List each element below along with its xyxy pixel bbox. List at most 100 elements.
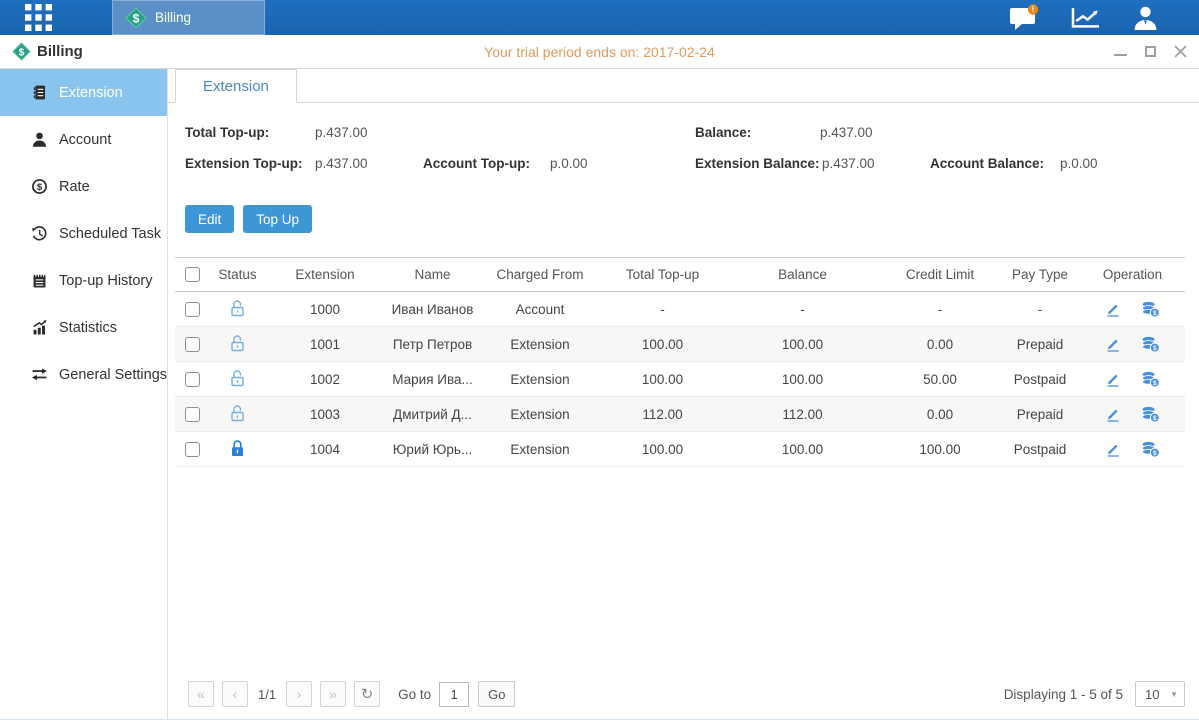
cell-total-topup: - xyxy=(600,292,725,327)
sidebar-item-label: Top-up History xyxy=(59,273,152,289)
apps-grid-icon[interactable] xyxy=(0,0,76,35)
svg-text:$: $ xyxy=(36,182,42,193)
cell-credit-limit: 0.00 xyxy=(880,327,1000,362)
arrows-exchange-icon xyxy=(30,366,48,383)
close-icon[interactable] xyxy=(1174,45,1187,58)
tab-strip: Extension xyxy=(168,69,1199,103)
col-operation: Operation xyxy=(1080,258,1185,292)
extension-topup-label: Extension Top-up: xyxy=(185,156,303,171)
window-title: Billing xyxy=(37,43,83,60)
cell-charged-from: Account xyxy=(480,292,600,327)
cell-total-topup: 112.00 xyxy=(600,397,725,432)
minimize-icon[interactable] xyxy=(1114,48,1127,56)
first-page-button[interactable]: « xyxy=(188,681,214,707)
cell-charged-from: Extension xyxy=(480,397,600,432)
billing-diamond-icon: $ xyxy=(125,7,147,29)
sidebar-item-scheduled-task[interactable]: Scheduled Task xyxy=(0,210,167,257)
topup-coins-icon[interactable]: $ xyxy=(1141,371,1160,388)
row-checkbox[interactable] xyxy=(185,337,200,352)
row-checkbox[interactable] xyxy=(185,302,200,317)
window-controls xyxy=(927,45,1187,58)
col-balance: Balance xyxy=(725,258,880,292)
sidebar-item-general-settings[interactable]: General Settings xyxy=(0,351,167,398)
cell-name: Иван Иванов xyxy=(385,292,480,327)
table-row: 1000 Иван Иванов Account - - - - $ xyxy=(175,292,1185,327)
maximize-icon[interactable] xyxy=(1145,46,1156,57)
edit-button[interactable]: Edit xyxy=(185,205,234,233)
sidebar-item-topup-history[interactable]: Top-up History xyxy=(0,257,167,304)
topbar-tab-label: Billing xyxy=(155,10,191,25)
edit-pencil-icon[interactable] xyxy=(1105,301,1121,317)
monitor-chart-icon[interactable] xyxy=(1070,5,1102,30)
cell-balance: 100.00 xyxy=(725,432,880,467)
balance-value: p.437.00 xyxy=(820,125,873,140)
unlocked-icon xyxy=(229,404,246,422)
cell-balance: - xyxy=(725,292,880,327)
topbar-tab-billing[interactable]: $ Billing xyxy=(112,0,265,35)
cell-charged-from: Extension xyxy=(480,432,600,467)
topup-coins-icon[interactable]: $ xyxy=(1141,301,1160,318)
goto-page-input[interactable] xyxy=(439,682,469,707)
extension-balance-label: Extension Balance: xyxy=(695,156,820,171)
row-checkbox[interactable] xyxy=(185,442,200,457)
message-icon[interactable]: ! xyxy=(1008,4,1040,32)
sidebar-item-rate[interactable]: $ Rate xyxy=(0,163,167,210)
sidebar-item-account[interactable]: Account xyxy=(0,116,167,163)
topup-button[interactable]: Top Up xyxy=(243,205,312,233)
topup-coins-icon[interactable]: $ xyxy=(1141,406,1160,423)
bar-chart-icon xyxy=(30,319,48,336)
cell-charged-from: Extension xyxy=(480,362,600,397)
prev-page-button[interactable]: ‹ xyxy=(222,681,248,707)
page-size-select[interactable]: 10 ▼ xyxy=(1135,681,1185,707)
next-page-button[interactable]: › xyxy=(286,681,312,707)
status-lock-icon[interactable] xyxy=(229,404,246,422)
svg-text:$: $ xyxy=(1153,344,1157,351)
pagination-bar: « ‹ 1/1 › » ↻ Go to Go Displaying 1 - 5 … xyxy=(168,681,1199,719)
edit-pencil-icon[interactable] xyxy=(1105,406,1121,422)
svg-text:$: $ xyxy=(1153,449,1157,456)
extension-topup-value: p.437.00 xyxy=(315,156,368,171)
col-total-topup: Total Top-up xyxy=(600,258,725,292)
cell-charged-from: Extension xyxy=(480,327,600,362)
edit-pencil-icon[interactable] xyxy=(1105,336,1121,352)
cell-credit-limit: - xyxy=(880,292,1000,327)
cell-balance: 100.00 xyxy=(725,327,880,362)
last-page-button[interactable]: » xyxy=(320,681,346,707)
cell-pay-type: - xyxy=(1000,292,1080,327)
cell-credit-limit: 100.00 xyxy=(880,432,1000,467)
table-row: 1004 Юрий Юрь... Extension 100.00 100.00… xyxy=(175,432,1185,467)
table-header-row: Status Extension Name Charged From Total… xyxy=(175,258,1185,292)
cell-pay-type: Postpaid xyxy=(1000,362,1080,397)
cell-total-topup: 100.00 xyxy=(600,432,725,467)
footer-right: Displaying 1 - 5 of 5 10 ▼ xyxy=(1004,681,1185,707)
user-icon[interactable] xyxy=(1132,4,1159,31)
page-size-value: 10 xyxy=(1145,687,1159,702)
topup-coins-icon[interactable]: $ xyxy=(1141,441,1160,458)
locked-icon xyxy=(229,439,246,457)
select-all-checkbox[interactable] xyxy=(185,267,200,282)
sidebar-item-statistics[interactable]: Statistics xyxy=(0,304,167,351)
edit-pencil-icon[interactable] xyxy=(1105,371,1121,387)
edit-pencil-icon[interactable] xyxy=(1105,441,1121,457)
cell-name: Петр Петров xyxy=(385,327,480,362)
balance-label: Balance: xyxy=(695,125,751,140)
status-lock-icon[interactable] xyxy=(229,439,246,457)
refresh-icon[interactable]: ↻ xyxy=(354,681,380,707)
status-lock-icon[interactable] xyxy=(229,334,246,352)
tab-extension[interactable]: Extension xyxy=(175,69,297,103)
cell-extension: 1002 xyxy=(265,362,385,397)
sidebar-item-label: Account xyxy=(59,132,111,148)
topup-coins-icon[interactable]: $ xyxy=(1141,336,1160,353)
status-lock-icon[interactable] xyxy=(229,369,246,387)
sidebar-item-extension[interactable]: Extension xyxy=(0,69,167,116)
cell-pay-type: Prepaid xyxy=(1000,327,1080,362)
unlocked-icon xyxy=(229,299,246,317)
svg-text:$: $ xyxy=(1153,414,1157,421)
row-checkbox[interactable] xyxy=(185,372,200,387)
goto-label: Go to xyxy=(398,687,431,702)
top-bar: $ Billing ! xyxy=(0,0,1199,35)
trial-notice: Your trial period ends on: 2017-02-24 xyxy=(272,44,927,60)
status-lock-icon[interactable] xyxy=(229,299,246,317)
go-button[interactable]: Go xyxy=(478,681,515,707)
row-checkbox[interactable] xyxy=(185,407,200,422)
